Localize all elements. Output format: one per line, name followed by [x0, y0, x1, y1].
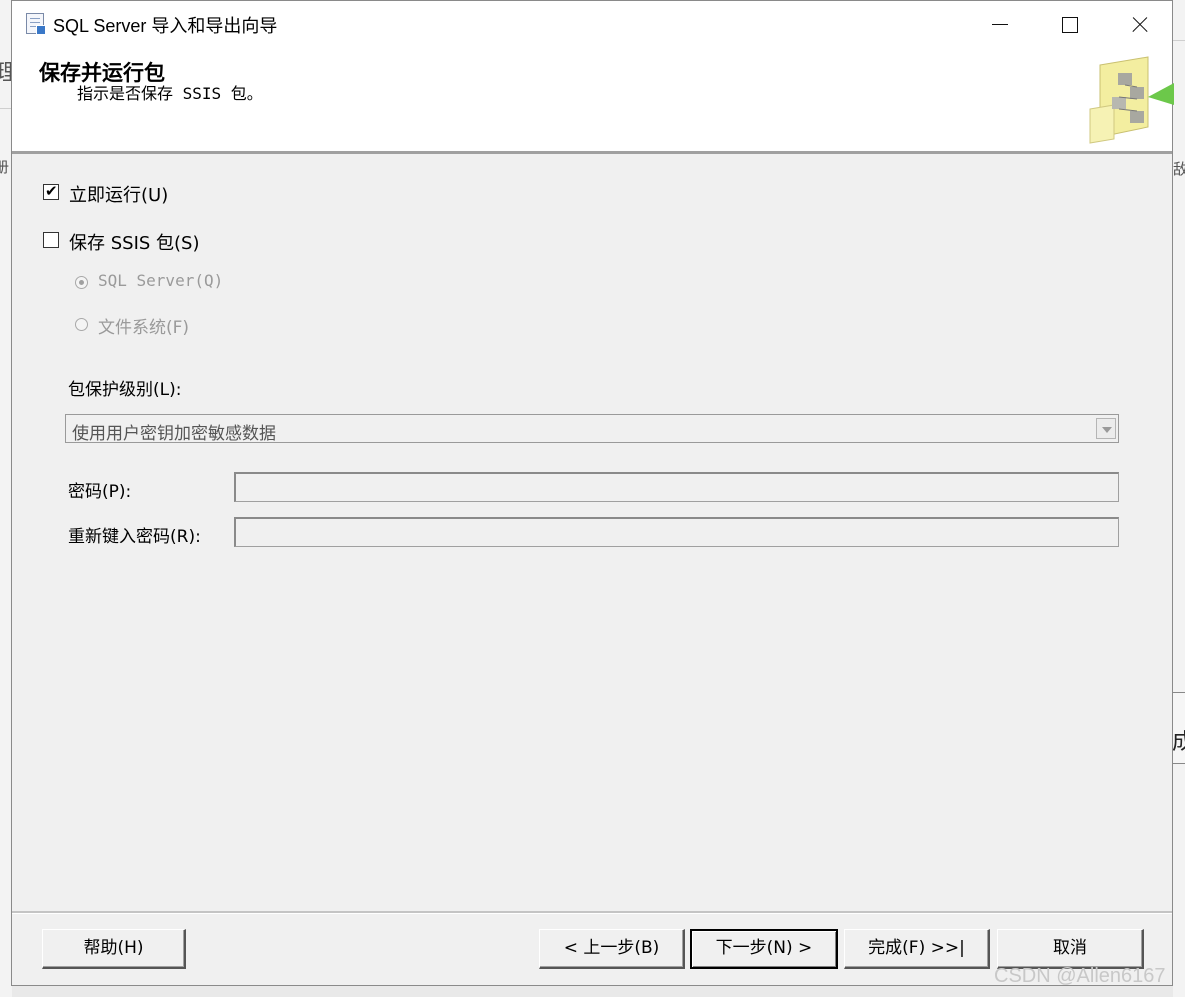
file-system-label: 文件系统(F): [98, 318, 190, 338]
maximize-icon: [1062, 17, 1078, 33]
wizard-window: SQL Server 导入和导出向导 保存并运行包 指示是否保存 SSIS 包。…: [11, 0, 1174, 986]
chevron-down-icon: [1102, 427, 1112, 433]
background-text-fragment: 敌: [1173, 160, 1185, 178]
save-package-checkbox[interactable]: [43, 232, 59, 248]
page-subtitle: 指示是否保存 SSIS 包。: [77, 84, 263, 103]
protection-level-label: 包保护级别(L):: [68, 380, 182, 400]
run-immediately-checkbox[interactable]: ✔: [43, 182, 59, 200]
footer-divider: [12, 911, 1172, 914]
window-title: SQL Server 导入和导出向导: [53, 16, 278, 36]
maximize-button[interactable]: [1034, 1, 1104, 47]
watermark: CSDN @Allen6167: [994, 965, 1166, 987]
background-divider-right: [1173, 40, 1185, 41]
next-button[interactable]: 下一步(N) >: [690, 929, 838, 969]
file-system-radio[interactable]: [75, 318, 88, 331]
background-text-fragment: 册: [0, 158, 10, 176]
title-bar[interactable]: SQL Server 导入和导出向导: [12, 1, 1172, 47]
background-text-fragment: 成: [1172, 730, 1185, 755]
package-flow-icon: [1089, 56, 1174, 144]
back-button[interactable]: < 上一步(B): [539, 929, 685, 969]
cancel-button[interactable]: 取消: [997, 929, 1144, 969]
minimize-button[interactable]: [964, 1, 1034, 47]
help-button[interactable]: 帮助(H): [42, 929, 186, 969]
background-app-right: [1173, 0, 1185, 997]
retype-password-field[interactable]: [234, 517, 1119, 547]
wizard-header: 保存并运行包 指示是否保存 SSIS 包。: [12, 47, 1172, 151]
sql-server-radio[interactable]: [75, 276, 88, 289]
password-field[interactable]: [234, 472, 1119, 502]
save-package-label[interactable]: 保存 SSIS 包(S): [69, 229, 200, 255]
run-immediately-label[interactable]: 立即运行(U): [69, 181, 168, 207]
protection-level-select[interactable]: 使用用户密钥加密敏感数据: [65, 414, 1119, 444]
close-button[interactable]: [1104, 1, 1174, 47]
app-icon: [26, 13, 46, 35]
retype-password-label: 重新键入密码(R):: [68, 527, 201, 547]
password-label: 密码(P):: [68, 482, 132, 502]
sql-server-label: SQL Server(Q): [98, 271, 224, 290]
minimize-icon: [992, 24, 1008, 25]
protection-level-value: 使用用户密钥加密敏感数据: [72, 424, 276, 444]
dropdown-button[interactable]: [1096, 418, 1116, 439]
header-divider: [12, 151, 1172, 154]
finish-button[interactable]: 完成(F) >>|: [844, 929, 990, 969]
